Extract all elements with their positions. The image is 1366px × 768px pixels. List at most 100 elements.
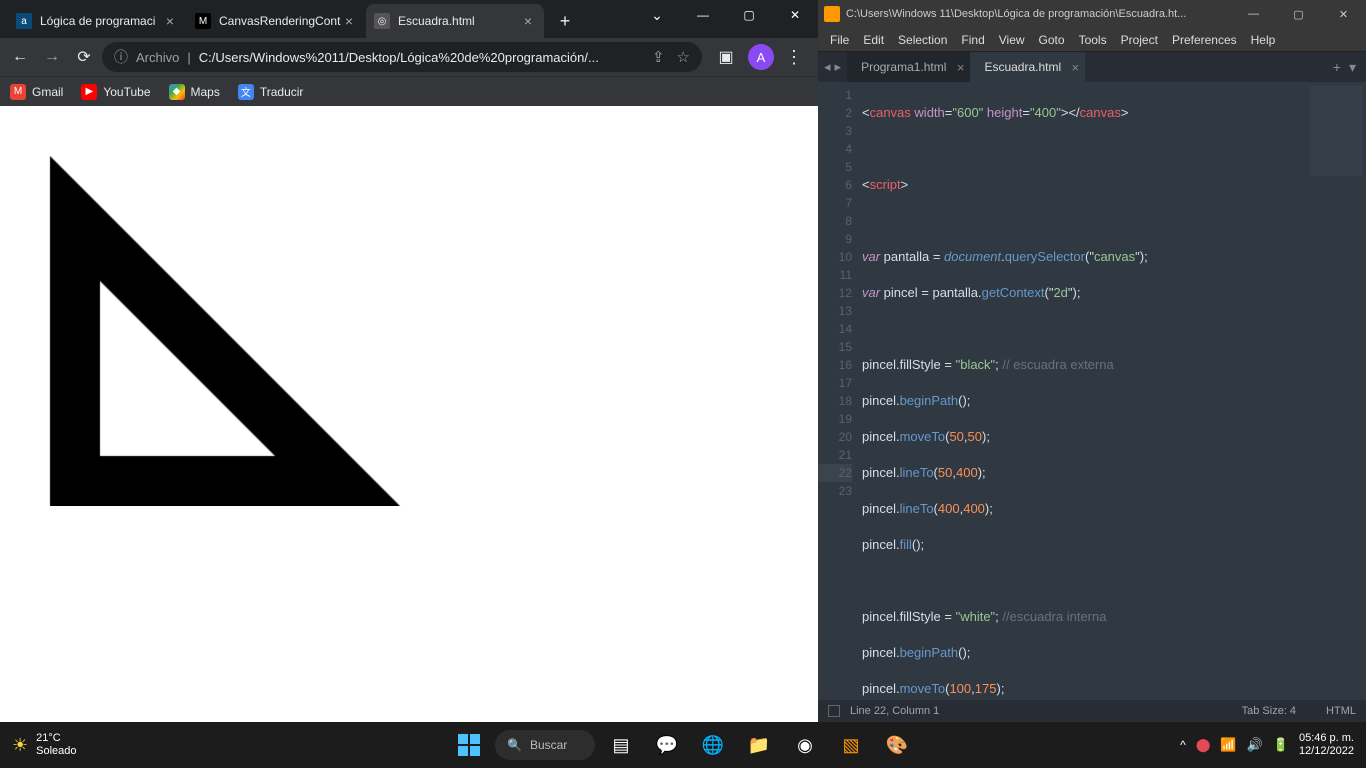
cursor-position: Line 22, Column 1	[850, 705, 939, 717]
gmail-icon: M	[10, 84, 26, 100]
favicon-icon: M	[195, 13, 211, 29]
edge-icon[interactable]: 🌐	[693, 725, 733, 765]
tray-chevron-icon[interactable]: ^	[1180, 738, 1186, 752]
tab-size[interactable]: Tab Size: 4	[1242, 705, 1296, 717]
volume-icon[interactable]: 🔊	[1247, 737, 1263, 753]
new-tab-icon[interactable]: +	[1333, 59, 1341, 76]
browser-tab-3[interactable]: ◎ Escuadra.html ×	[366, 4, 544, 38]
tab-label: Programa1.html	[861, 60, 946, 74]
editor-body[interactable]: 1234 567 8910111213 14 151617181920 2122…	[818, 82, 1366, 700]
bookmarks-bar: M Gmail ▶ YouTube ◆Maps 文 Traducir	[0, 76, 818, 106]
close-icon[interactable]: ×	[957, 60, 965, 75]
editor-tab-escuadra[interactable]: Escuadra.html ×	[970, 52, 1085, 82]
prev-tab-icon[interactable]: ◂	[824, 59, 831, 75]
close-icon[interactable]: ×	[162, 13, 178, 29]
menu-preferences[interactable]: Preferences	[1166, 31, 1243, 49]
search-placeholder: Buscar	[530, 738, 567, 752]
clock[interactable]: 05:46 p. m. 12/12/2022	[1299, 732, 1354, 758]
time-text: 05:46 p. m.	[1299, 732, 1354, 745]
maps-icon: ◆	[169, 84, 185, 100]
chrome-taskbar-icon[interactable]: ◉	[785, 725, 825, 765]
chrome-toolbar: ← → ⟳ ⓘ Archivo | C:/Users/Windows%2011/…	[0, 38, 818, 76]
bookmark-label: Traducir	[260, 85, 304, 99]
maximize-button[interactable]: ▢	[726, 0, 772, 30]
menu-goto[interactable]: Goto	[1033, 31, 1071, 49]
youtube-icon: ▶	[81, 84, 97, 100]
syntax-label[interactable]: HTML	[1326, 705, 1356, 717]
menu-edit[interactable]: Edit	[857, 31, 890, 49]
extensions-icon[interactable]: ▣	[712, 43, 740, 71]
sublime-window: C:\Users\Windows 11\Desktop\Lógica de pr…	[818, 0, 1366, 722]
minimize-button[interactable]: —	[1231, 0, 1276, 28]
escuadra-canvas	[0, 106, 600, 506]
taskbar-search[interactable]: 🔍Buscar	[495, 730, 595, 760]
tab-label: Escuadra.html	[984, 60, 1061, 74]
browser-tab-1[interactable]: a Lógica de programaci ×	[8, 4, 186, 38]
start-button[interactable]	[449, 725, 489, 765]
bookmark-maps[interactable]: ◆Maps	[169, 84, 220, 100]
sublime-titlebar[interactable]: C:\Users\Windows 11\Desktop\Lógica de pr…	[818, 0, 1366, 28]
bookmark-label: Gmail	[32, 85, 63, 99]
share-icon[interactable]: ⇪	[652, 48, 665, 66]
address-path: C:/Users/Windows%2011/Desktop/Lógica%20d…	[199, 50, 599, 65]
menu-selection[interactable]: Selection	[892, 31, 953, 49]
close-icon[interactable]: ×	[1072, 60, 1080, 75]
menu-help[interactable]: Help	[1245, 31, 1282, 49]
tab-dropdown-icon[interactable]: ▾	[1349, 59, 1356, 76]
favicon-icon: ◎	[374, 13, 390, 29]
site-info-icon[interactable]: ⓘ	[114, 47, 128, 67]
battery-icon[interactable]: 🔋	[1273, 737, 1289, 753]
menu-bar: File Edit Selection Find View Goto Tools…	[818, 28, 1366, 52]
wifi-icon[interactable]: 📶	[1220, 737, 1236, 753]
close-button[interactable]: ✕	[1321, 0, 1366, 28]
menu-tools[interactable]: Tools	[1073, 31, 1113, 49]
explorer-icon[interactable]: 📁	[739, 725, 779, 765]
weather-temp: 21°C	[36, 732, 76, 745]
sun-icon: ☀	[12, 735, 28, 756]
close-icon[interactable]: ×	[341, 13, 357, 29]
bookmark-gmail[interactable]: M Gmail	[10, 84, 63, 100]
code-area[interactable]: <canvas width="600" height="400"></canva…	[862, 82, 1306, 700]
favicon-icon: a	[16, 13, 32, 29]
translate-icon: 文	[238, 84, 254, 100]
weather-cond: Soleado	[36, 745, 76, 758]
paint-icon[interactable]: 🎨	[877, 725, 917, 765]
new-tab-button[interactable]: +	[551, 7, 579, 35]
close-button[interactable]: ✕	[772, 0, 818, 30]
minimap[interactable]	[1306, 82, 1366, 700]
date-text: 12/12/2022	[1299, 745, 1354, 758]
bookmark-youtube[interactable]: ▶ YouTube	[81, 84, 150, 100]
bookmark-star-icon[interactable]: ☆	[677, 48, 690, 66]
tab-title: CanvasRenderingCont	[219, 14, 341, 28]
forward-button[interactable]: →	[38, 43, 66, 71]
tab-title: Escuadra.html	[398, 14, 520, 28]
kebab-menu-icon[interactable]: ⋮	[782, 47, 806, 68]
chat-icon[interactable]: 💬	[647, 725, 687, 765]
back-button[interactable]: ←	[6, 43, 34, 71]
bookmark-label: YouTube	[103, 85, 150, 99]
weather-widget[interactable]: ☀ 21°CSoleado	[0, 732, 77, 758]
maximize-button[interactable]: ▢	[1276, 0, 1321, 28]
editor-tab-programa1[interactable]: Programa1.html ×	[847, 52, 970, 82]
reload-button[interactable]: ⟳	[70, 43, 98, 71]
close-icon[interactable]: ×	[520, 13, 536, 29]
menu-view[interactable]: View	[993, 31, 1031, 49]
profile-avatar[interactable]: A	[748, 44, 774, 70]
status-bar: Line 22, Column 1 Tab Size: 4 HTML	[818, 700, 1366, 722]
panel-toggle-icon[interactable]	[828, 705, 840, 717]
chrome-titlebar[interactable]: a Lógica de programaci × M CanvasRenderi…	[0, 0, 818, 38]
address-scheme: Archivo	[136, 50, 179, 65]
security-icon[interactable]: ⬤	[1196, 737, 1211, 753]
chrome-window: a Lógica de programaci × M CanvasRenderi…	[0, 0, 818, 722]
browser-tab-2[interactable]: M CanvasRenderingCont ×	[187, 4, 365, 38]
next-tab-icon[interactable]: ▸	[835, 59, 842, 75]
minimize-button[interactable]: —	[680, 0, 726, 30]
address-bar[interactable]: ⓘ Archivo | C:/Users/Windows%2011/Deskto…	[102, 42, 702, 72]
menu-project[interactable]: Project	[1115, 31, 1164, 49]
tab-search-icon[interactable]: ⌄	[634, 0, 680, 30]
task-view-icon[interactable]: ▤	[601, 725, 641, 765]
bookmark-traducir[interactable]: 文 Traducir	[238, 84, 304, 100]
menu-file[interactable]: File	[824, 31, 855, 49]
menu-find[interactable]: Find	[955, 31, 990, 49]
sublime-taskbar-icon[interactable]: ▧	[831, 725, 871, 765]
